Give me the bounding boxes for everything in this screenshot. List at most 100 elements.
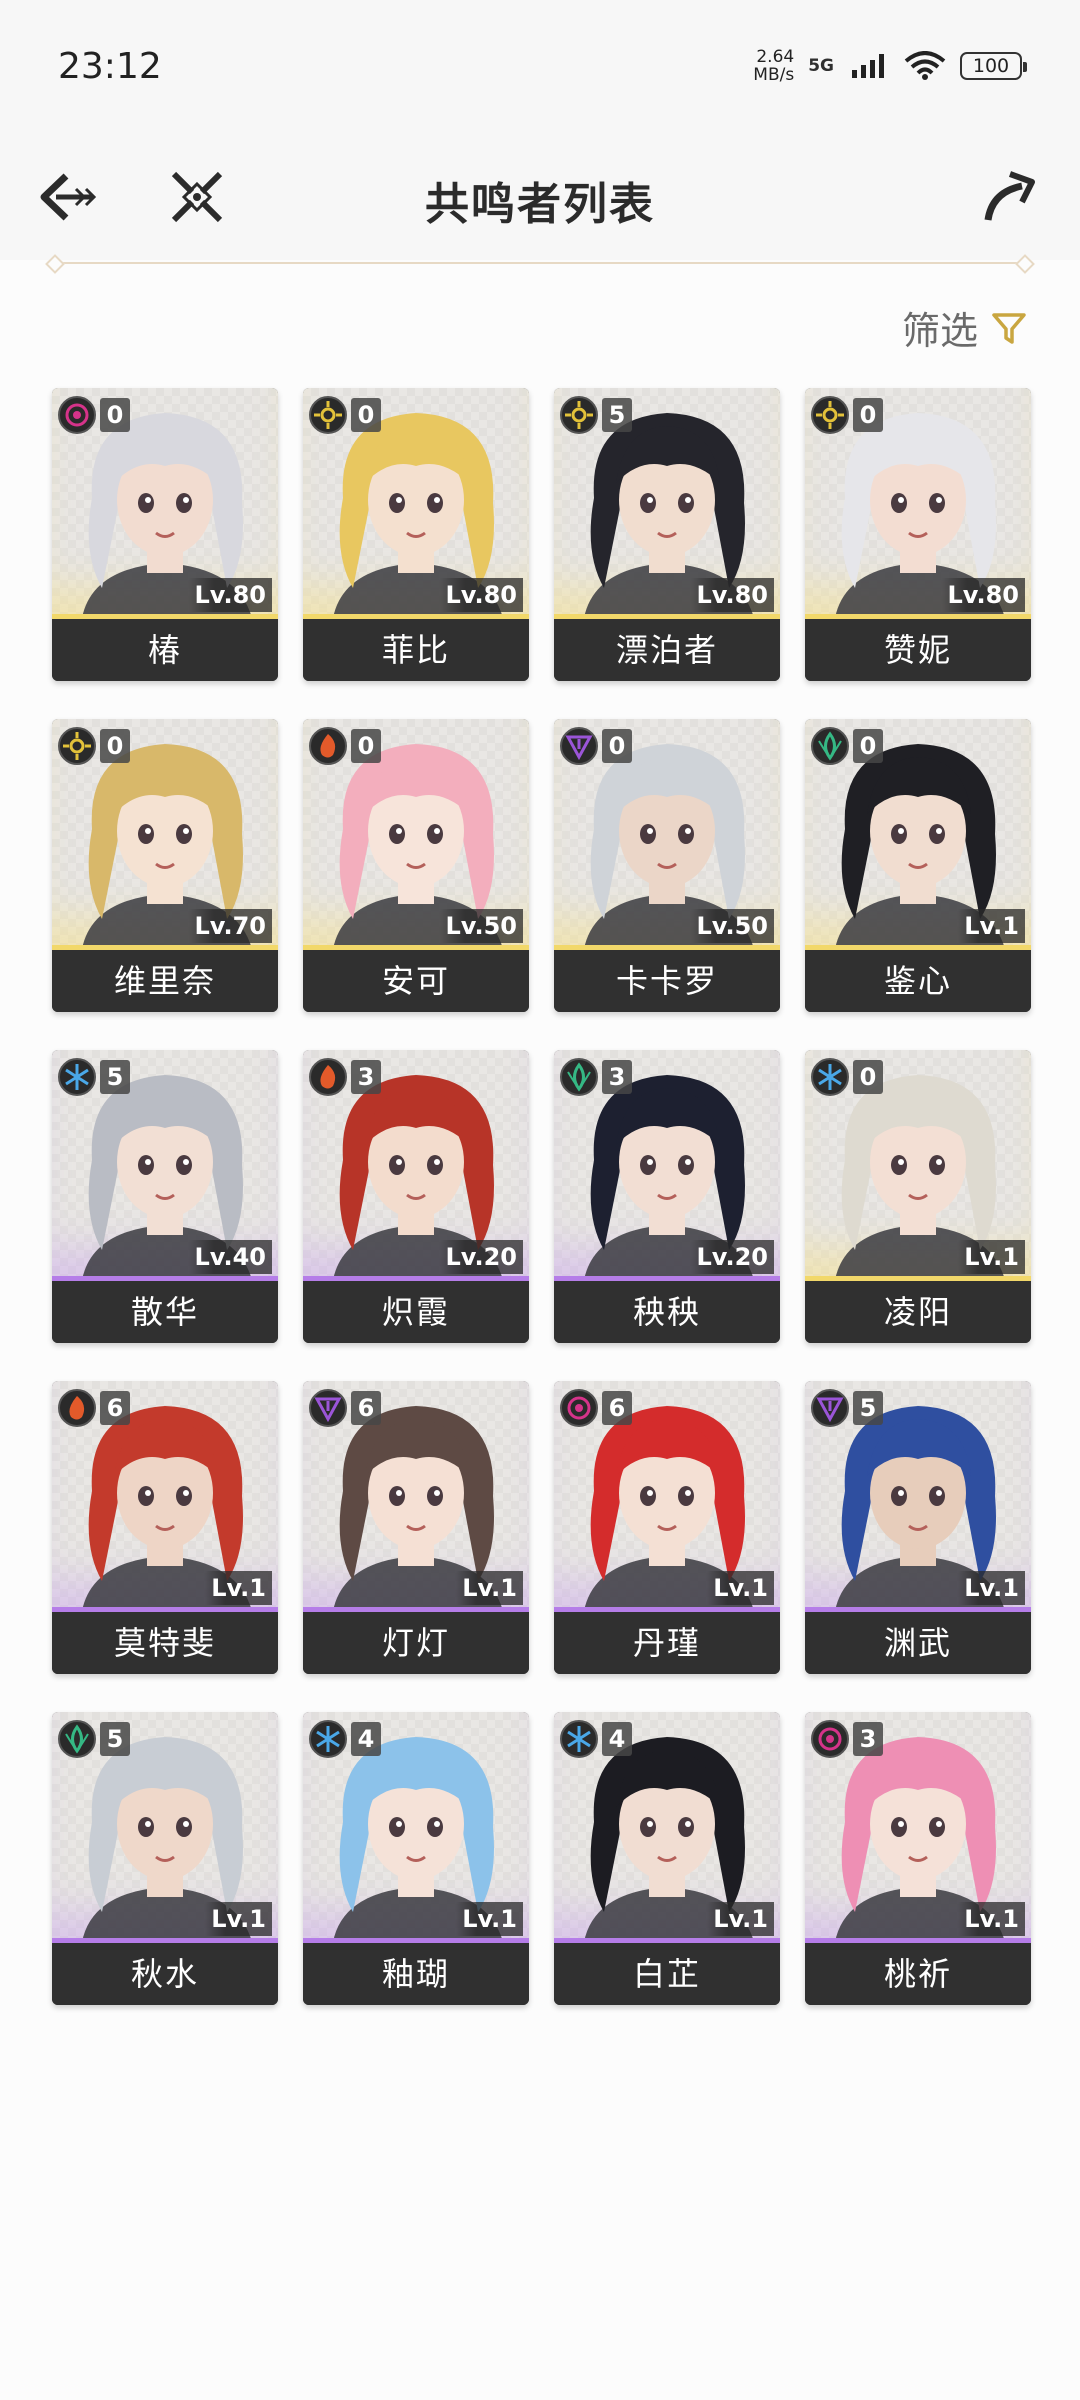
level-label: Lv.1 (205, 1571, 272, 1605)
sequence-count: 0 (100, 398, 130, 432)
level-label: Lv.1 (205, 1902, 272, 1936)
sequence-count: 0 (853, 729, 883, 763)
character-name: 桃祈 (805, 1943, 1031, 2005)
character-card[interactable]: 6 Lv.1 莫特斐 (52, 1381, 278, 1674)
sequence-count: 4 (602, 1722, 632, 1756)
element-glacio-icon (309, 1720, 347, 1758)
character-name: 秧秧 (554, 1281, 780, 1343)
net-speed: 2.64 MB/s (753, 48, 794, 84)
element-spectro-icon (58, 727, 96, 765)
status-bar: 23:12 2.64 MB/s 5G 100 (0, 0, 1080, 140)
element-aero-icon (811, 727, 849, 765)
sequence-count: 0 (602, 729, 632, 763)
character-card[interactable]: 6 Lv.1 丹瑾 (554, 1381, 780, 1674)
sequence-count: 5 (100, 1722, 130, 1756)
character-card[interactable]: 0 Lv.80 赞妮 (805, 388, 1031, 681)
character-name: 漂泊者 (554, 619, 780, 681)
character-name: 凌阳 (805, 1281, 1031, 1343)
level-label: Lv.80 (941, 578, 1025, 612)
page-title: 共鸣者列表 (425, 179, 655, 230)
sequence-count: 3 (853, 1722, 883, 1756)
filter-button[interactable]: 筛选 (902, 300, 1028, 355)
character-card[interactable]: 0 Lv.50 安可 (303, 719, 529, 1012)
level-label: Lv.1 (456, 1571, 523, 1605)
level-label: Lv.50 (690, 909, 774, 943)
sequence-count: 6 (602, 1391, 632, 1425)
net-speed-unit: MB/s (753, 65, 795, 85)
sequence-count: 3 (351, 1060, 381, 1094)
level-label: Lv.80 (690, 578, 774, 612)
sequence-count: 5 (853, 1391, 883, 1425)
sequence-count: 5 (602, 398, 632, 432)
character-name: 安可 (303, 950, 529, 1012)
element-electro-icon (560, 727, 598, 765)
character-name: 秋水 (52, 1943, 278, 2005)
sequence-count: 5 (100, 1060, 130, 1094)
header-divider (54, 262, 1026, 264)
level-label: Lv.1 (958, 1902, 1025, 1936)
net-speed-value: 2.64 (756, 47, 795, 67)
level-label: Lv.1 (456, 1902, 523, 1936)
sequence-count: 0 (853, 398, 883, 432)
status-time: 23:12 (58, 46, 162, 87)
wifi-icon (904, 51, 946, 80)
level-label: Lv.20 (439, 1240, 523, 1274)
character-card[interactable]: 5 Lv.80 漂泊者 (554, 388, 780, 681)
character-card[interactable]: 5 Lv.1 渊武 (805, 1381, 1031, 1674)
character-card[interactable]: 3 Lv.1 桃祈 (805, 1712, 1031, 2005)
character-name: 釉瑚 (303, 1943, 529, 2005)
level-label: Lv.20 (690, 1240, 774, 1274)
element-glacio-icon (560, 1720, 598, 1758)
sequence-count: 0 (351, 398, 381, 432)
element-havoc-icon (560, 1389, 598, 1427)
level-label: Lv.80 (439, 578, 523, 612)
share-arrow-icon (984, 171, 1035, 221)
character-card[interactable]: 0 Lv.1 鉴心 (805, 719, 1031, 1012)
character-name: 灯灯 (303, 1612, 529, 1674)
element-electro-icon (309, 1389, 347, 1427)
character-card[interactable]: 4 Lv.1 釉瑚 (303, 1712, 529, 2005)
character-grid: 0 Lv.80 椿 0 Lv.80 菲比 5 Lv.80 漂泊者 0 Lv.80… (52, 388, 1032, 2005)
character-card[interactable]: 3 Lv.20 秧秧 (554, 1050, 780, 1343)
character-name: 维里奈 (52, 950, 278, 1012)
character-name: 散华 (52, 1281, 278, 1343)
character-name: 白芷 (554, 1943, 780, 2005)
level-label: Lv.40 (188, 1240, 272, 1274)
element-aero-icon (58, 1720, 96, 1758)
character-name: 卡卡罗 (554, 950, 780, 1012)
character-card[interactable]: 5 Lv.1 秋水 (52, 1712, 278, 2005)
share-button[interactable] (974, 162, 1044, 232)
sequence-count: 0 (351, 729, 381, 763)
sequence-count: 6 (351, 1391, 381, 1425)
level-label: Lv.1 (958, 1240, 1025, 1274)
signal-icon (852, 54, 884, 78)
element-electro-icon (811, 1389, 849, 1427)
sequence-count: 4 (351, 1722, 381, 1756)
character-card[interactable]: 4 Lv.1 白芷 (554, 1712, 780, 2005)
character-name: 炽霞 (303, 1281, 529, 1343)
element-fusion-icon (309, 727, 347, 765)
level-label: Lv.1 (707, 1902, 774, 1936)
element-fusion-icon (58, 1389, 96, 1427)
level-label: Lv.50 (439, 909, 523, 943)
character-card[interactable]: 5 Lv.40 散华 (52, 1050, 278, 1343)
character-card[interactable]: 0 Lv.80 椿 (52, 388, 278, 681)
element-spectro-icon (811, 396, 849, 434)
sequence-count: 0 (853, 1060, 883, 1094)
character-card[interactable]: 0 Lv.80 菲比 (303, 388, 529, 681)
character-name: 渊武 (805, 1612, 1031, 1674)
character-card[interactable]: 3 Lv.20 炽霞 (303, 1050, 529, 1343)
level-label: Lv.1 (958, 909, 1025, 943)
sequence-count: 6 (100, 1391, 130, 1425)
character-name: 椿 (52, 619, 278, 681)
element-glacio-icon (811, 1058, 849, 1096)
character-card[interactable]: 0 Lv.50 卡卡罗 (554, 719, 780, 1012)
character-name: 鉴心 (805, 950, 1031, 1012)
character-name: 菲比 (303, 619, 529, 681)
character-card[interactable]: 6 Lv.1 灯灯 (303, 1381, 529, 1674)
character-card[interactable]: 0 Lv.1 凌阳 (805, 1050, 1031, 1343)
status-indicators: 2.64 MB/s 5G 100 (753, 48, 1027, 84)
app-header: 共鸣者列表 (0, 140, 1080, 260)
character-card[interactable]: 0 Lv.70 维里奈 (52, 719, 278, 1012)
filter-label: 筛选 (901, 309, 978, 353)
